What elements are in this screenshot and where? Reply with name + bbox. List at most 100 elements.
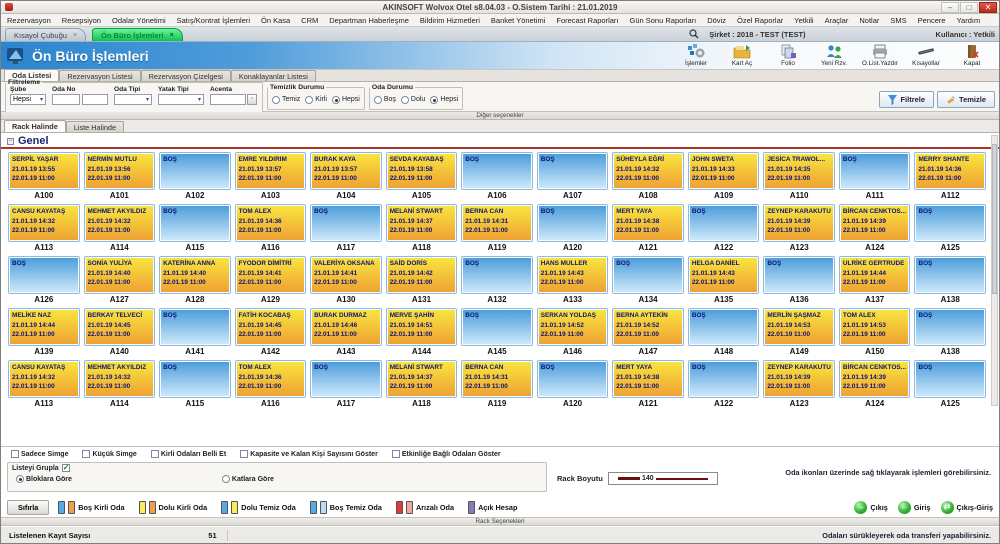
room-card[interactable]: BERNA CAN 21.01.19 14:31 22.01.19 11:00 [462,361,532,397]
room-card[interactable]: BOŞ [160,361,230,397]
room-card[interactable]: SONİA YULİYA 21.01.19 14:40 22.01.19 11:… [85,257,155,293]
room-card[interactable]: HELGA DANİEL 21.01.19 14:43 22.01.19 11:… [689,257,759,293]
room-card[interactable]: MELANİ STWART 21.01.19 14:37 22.01.19 11… [387,205,457,241]
room-card[interactable]: MELANİ STWART 21.01.19 14:37 22.01.19 11… [387,361,457,397]
yeni-rezervasyon-button[interactable]: Yeni Rzv. [813,43,855,68]
room-card[interactable]: BERKAY TELVECİ 21.01.19 14:45 22.01.19 1… [85,309,155,345]
room-card[interactable]: BOŞ [689,361,759,397]
room-card[interactable]: BOŞ [689,309,759,345]
rack-size-slider[interactable]: 140 [608,472,718,485]
room-card[interactable]: SAİD DORİS 21.01.19 14:42 22.01.19 11:00 [387,257,457,293]
grouping-radio[interactable]: Katlara Göre [222,475,274,483]
menu-item[interactable]: Odalar Yönetimi [112,16,166,25]
view-tab[interactable]: Liste Halinde [66,121,124,132]
menu-item[interactable]: Döviz [707,16,726,25]
room-card[interactable]: TOM ALEX 21.01.19 14:53 22.01.19 11:00 [840,309,910,345]
room-card[interactable]: TOM ALEX 21.01.19 14:36 22.01.19 11:00 [236,205,306,241]
menu-item[interactable]: Bildirim Hizmetleri [420,16,480,25]
filtrele-button[interactable]: Filtrele [879,91,934,108]
room-card[interactable]: CANSU KAYATAŞ 21.01.19 14:32 22.01.19 11… [9,361,79,397]
room-card[interactable]: BOŞ [160,153,230,189]
room-card[interactable]: FATİH KOCABAŞ 21.01.19 14:45 22.01.19 11… [236,309,306,345]
group-list-checkbox[interactable] [62,464,70,472]
tab-close-icon[interactable]: × [170,32,174,39]
room-no-from-input[interactable] [52,94,80,105]
room-card[interactable]: MERT YAYA 21.01.19 14:38 22.01.19 11:00 [613,205,683,241]
room-card[interactable]: BİRCAN CENKTOS... 21.01.19 14:39 22.01.1… [840,205,910,241]
display-option-checkbox[interactable]: Sadece Simge [11,450,68,458]
room-card[interactable]: BOŞ [538,205,608,241]
room-card[interactable]: FYODOR DİMİTRİ 21.01.19 14:41 22.01.19 1… [236,257,306,293]
checkin-button[interactable]: ←Giriş [898,501,931,514]
tab-close-icon[interactable]: × [73,32,77,39]
menu-item[interactable]: Yardım [957,16,981,25]
room-card[interactable]: BOŞ [311,361,381,397]
room-card[interactable]: BOŞ [538,361,608,397]
grouping-radio[interactable]: Bloklara Göre [16,475,72,483]
agency-input[interactable] [210,94,246,105]
view-tab[interactable]: Rack Halinde [4,120,66,132]
kisayollar-button[interactable]: Kısayollar [905,43,947,68]
room-no-to-input[interactable] [82,94,108,105]
menu-item[interactable]: Forecast Raporları [556,16,618,25]
agency-browse-button[interactable]: ▫ [247,94,257,105]
room-card[interactable]: BOŞ [915,309,985,345]
room-card[interactable]: BOŞ [160,205,230,241]
room-card[interactable]: VALERİYA OKSANA 21.01.19 14:41 22.01.19 … [311,257,381,293]
room-card[interactable]: CANSU KAYATAŞ 21.01.19 14:32 22.01.19 11… [9,205,79,241]
room-card[interactable]: MELİKE NAZ 21.01.19 14:44 22.01.19 11:00 [9,309,79,345]
minimize-button[interactable]: – [941,2,959,13]
room-card[interactable]: MERLİN ŞAŞMAZ 21.01.19 14:53 22.01.19 11… [764,309,834,345]
room-card[interactable]: MEHMET AKYILDIZ 21.01.19 14:32 22.01.19 … [85,205,155,241]
room-status-radio[interactable]: Hepsi [430,96,458,104]
menu-item[interactable]: Rezervasyon [7,16,51,25]
room-card[interactable]: HANS MULLER 21.01.19 14:43 22.01.19 11:0… [538,257,608,293]
menu-item[interactable]: Yetkili [794,16,813,25]
room-card[interactable]: KATERİNA ANNA 21.01.19 14:40 22.01.19 11… [160,257,230,293]
room-card[interactable]: MEHMET AKYILDIZ 21.01.19 14:32 22.01.19 … [85,361,155,397]
room-card[interactable]: SERPİL YAŞAR 21.01.19 13:55 22.01.19 11:… [9,153,79,189]
room-card[interactable]: BOŞ [9,257,79,293]
room-card[interactable]: SEVDA KAYABAŞ 21.01.19 13:58 22.01.19 11… [387,153,457,189]
room-status-radio[interactable]: Boş [374,96,396,104]
room-card[interactable]: JOHN SWETA 21.01.19 14:33 22.01.19 11:00 [689,153,759,189]
display-option-checkbox[interactable]: Küçük Simge [82,450,136,458]
room-card[interactable]: BOŞ [311,205,381,241]
room-card[interactable]: BOŞ [613,257,683,293]
room-card[interactable]: BOŞ [689,205,759,241]
room-status-radio[interactable]: Dolu [401,96,425,104]
maximize-button[interactable]: □ [960,2,978,13]
menu-item[interactable]: Satış/Kontrat İşlemleri [177,16,250,25]
room-card[interactable]: ZEYNEP KARAKUTU 21.01.19 14:39 22.01.19 … [764,205,834,241]
kapat-button[interactable]: Kapat [951,43,993,68]
rack-options-strip[interactable]: Rack Seçenekleri [1,517,999,526]
menu-item[interactable]: Banket Yönetimi [491,16,545,25]
branch-select[interactable]: Hepsi▾ [10,94,46,105]
cleaning-status-radio[interactable]: Temiz [272,96,300,104]
display-option-checkbox[interactable]: Kirli Odaları Belli Et [151,450,226,458]
islemler-button[interactable]: İşlemler [675,43,717,68]
room-card[interactable]: TOM ALEX 21.01.19 14:36 22.01.19 11:00 [236,361,306,397]
bed-type-select[interactable]: ▾ [158,94,204,105]
room-card[interactable]: ULRİKE GERTRUDE 21.01.19 14:44 22.01.19 … [840,257,910,293]
room-card[interactable]: BOŞ [915,361,985,397]
room-card[interactable]: BOŞ [462,309,532,345]
close-button[interactable]: ✕ [979,2,997,13]
kart-ac-button[interactable]: Kart Aç [721,43,763,68]
menu-item[interactable]: Özel Raporlar [737,16,783,25]
collapse-icon[interactable]: − [7,138,14,145]
room-card[interactable]: BERNA AYTEKİN 21.01.19 14:52 22.01.19 11… [613,309,683,345]
menu-item[interactable]: CRM [301,16,318,25]
sifirla-button[interactable]: Sıfırla [7,500,49,515]
room-card[interactable]: BURAK KAYA 21.01.19 13:57 22.01.19 11:00 [311,153,381,189]
room-card[interactable]: BOŞ [462,153,532,189]
room-card[interactable]: MERVE ŞAHİN 21.01.19 14:51 22.01.19 11:0… [387,309,457,345]
room-card[interactable]: BOŞ [160,309,230,345]
room-card[interactable]: BERNA CAN 21.01.19 14:31 22.01.19 11:00 [462,205,532,241]
folio-button[interactable]: Folio [767,43,809,68]
room-card[interactable]: BOŞ [840,153,910,189]
menu-item[interactable]: Pencere [918,16,946,25]
menu-item[interactable]: Resepsiyon [62,16,101,25]
room-type-select[interactable]: ▾ [114,94,152,105]
cleaning-status-radio[interactable]: Kirli [305,96,327,104]
